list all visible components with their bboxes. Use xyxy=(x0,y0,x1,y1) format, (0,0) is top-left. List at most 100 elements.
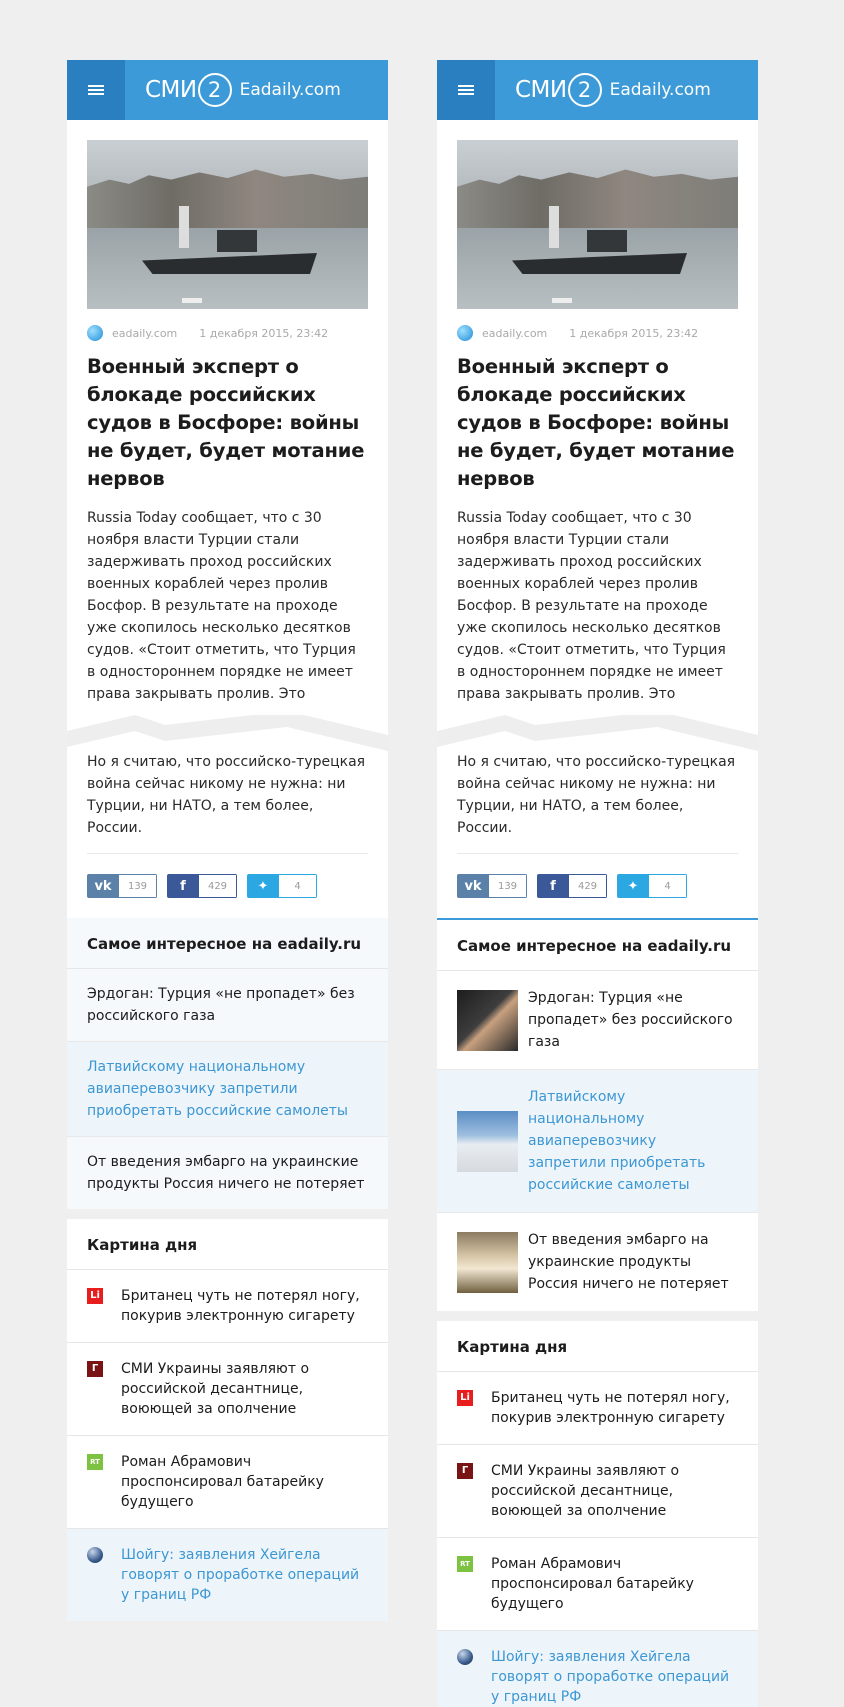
logo-two: 2 xyxy=(567,73,602,107)
article-image[interactable] xyxy=(87,140,368,309)
article-more: Но я считаю, что российско-турецкая войн… xyxy=(87,754,366,836)
list-item[interactable]: Латвийскому национальному авиаперевозчик… xyxy=(67,1042,388,1137)
gazeta-icon: Г xyxy=(457,1463,473,1479)
article-source[interactable]: eadaily.com xyxy=(482,327,547,340)
interesting-block: Самое интересное на eadaily.ru Эрдоган: … xyxy=(67,918,388,1209)
article-card: eadaily.com 1 декабря 2015, 23:42 Военны… xyxy=(437,120,758,918)
twitter-icon: ✦ xyxy=(617,874,649,898)
kartina-dnya-block: Картина дня Li Британец чуть не потерял … xyxy=(67,1219,388,1621)
news-item[interactable]: Шойгу: заявления Хейгела говорят о прора… xyxy=(67,1529,388,1621)
globe-icon xyxy=(457,1649,473,1665)
news-item[interactable]: Г СМИ Украины заявляют о российской деса… xyxy=(437,1445,758,1538)
kyiv-bread-thumbnail xyxy=(457,1231,518,1293)
app-header: СМИ 2 Eadaily.com xyxy=(437,60,758,120)
article-source[interactable]: eadaily.com xyxy=(112,327,177,340)
vk-count: 139 xyxy=(119,874,157,898)
news-text: Шойгу: заявления Хейгела говорят о прора… xyxy=(491,1649,730,1705)
share-bar: vk 139 f 429 ✦ 4 xyxy=(67,854,388,918)
article-lead: Russia Today сообщает, что с 30 ноября в… xyxy=(457,510,726,702)
tw-count: 4 xyxy=(649,874,687,898)
news-text: СМИ Украины заявляют о российской десант… xyxy=(121,1361,310,1417)
share-bar: vk 139 f 429 ✦ 4 xyxy=(437,854,758,918)
logo-smi: СМИ xyxy=(145,77,197,103)
logo-smi: СМИ xyxy=(515,77,567,103)
interesting-title: Самое интересное на eadaily.ru xyxy=(437,920,758,971)
zigzag-divider xyxy=(437,715,758,751)
lifenews-icon: Li xyxy=(457,1390,473,1406)
vk-icon: vk xyxy=(87,874,119,898)
article-date: 1 декабря 2015, 23:42 xyxy=(199,326,329,340)
menu-button[interactable] xyxy=(67,60,125,120)
news-item[interactable]: Li Британец чуть не потерял ногу, покури… xyxy=(437,1372,758,1445)
app-header: СМИ 2 Eadaily.com xyxy=(67,60,388,120)
kartina-title: Картина дня xyxy=(437,1321,758,1372)
logo-two: 2 xyxy=(197,73,232,107)
article-meta: eadaily.com 1 декабря 2015, 23:42 xyxy=(87,325,368,341)
rt-icon: RT xyxy=(87,1454,103,1470)
vk-icon: vk xyxy=(457,874,489,898)
list-item[interactable]: Эрдоган: Турция «не пропадет» без россий… xyxy=(437,971,758,1070)
list-item[interactable]: Эрдоган: Турция «не пропадет» без россий… xyxy=(67,969,388,1042)
kartina-dnya-block: Картина дня Li Британец чуть не потерял … xyxy=(437,1321,758,1707)
article-card: eadaily.com 1 декабря 2015, 23:42 Военны… xyxy=(67,120,388,918)
list-item[interactable]: Латвийскому национальному авиаперевозчик… xyxy=(437,1070,758,1213)
hamburger-icon xyxy=(458,85,474,87)
menu-button[interactable] xyxy=(437,60,495,120)
twitter-icon: ✦ xyxy=(247,874,279,898)
news-item[interactable]: Li Британец чуть не потерял ногу, покури… xyxy=(67,1270,388,1343)
source-globe-icon xyxy=(457,325,473,341)
fb-count: 429 xyxy=(569,874,607,898)
news-text: Роман Абрамович проспонсировал батарейку… xyxy=(491,1556,694,1612)
hamburger-icon xyxy=(88,85,104,87)
news-item[interactable]: RT Роман Абрамович проспонсировал батаре… xyxy=(67,1436,388,1529)
list-item[interactable]: От введения эмбарго на украинские продук… xyxy=(437,1213,758,1311)
facebook-share-button[interactable]: f 429 xyxy=(537,874,607,898)
kartina-title: Картина дня xyxy=(67,1219,388,1270)
facebook-icon: f xyxy=(537,874,569,898)
twitter-share-button[interactable]: ✦ 4 xyxy=(247,874,317,898)
article-more: Но я считаю, что российско-турецкая войн… xyxy=(457,754,736,836)
list-item-text: Эрдоган: Турция «не пропадет» без россий… xyxy=(528,990,733,1050)
news-text: Роман Абрамович проспонсировал батарейку… xyxy=(121,1454,324,1510)
zigzag-divider xyxy=(67,715,388,751)
article-image[interactable] xyxy=(457,140,738,309)
facebook-share-button[interactable]: f 429 xyxy=(167,874,237,898)
list-item-text: Латвийскому национальному авиаперевозчик… xyxy=(528,1089,706,1193)
site-name: Eadaily.com xyxy=(609,80,711,100)
source-globe-icon xyxy=(87,325,103,341)
list-item-text: От введения эмбарго на украинские продук… xyxy=(528,1232,729,1292)
news-text: СМИ Украины заявляют о российской десант… xyxy=(491,1463,680,1519)
facebook-icon: f xyxy=(167,874,199,898)
twitter-share-button[interactable]: ✦ 4 xyxy=(617,874,687,898)
article-title[interactable]: Военный эксперт о блокаде российских суд… xyxy=(87,353,368,493)
news-text: Шойгу: заявления Хейгела говорят о прора… xyxy=(121,1547,360,1603)
article-lead: Russia Today сообщает, что с 30 ноября в… xyxy=(87,510,356,702)
vk-count: 139 xyxy=(489,874,527,898)
airplane-thumbnail xyxy=(457,1110,518,1172)
article-meta: eadaily.com 1 декабря 2015, 23:42 xyxy=(457,325,738,341)
interesting-block: Самое интересное на eadaily.ru Эрдоган: … xyxy=(437,918,758,1311)
news-text: Британец чуть не потерял ногу, покурив э… xyxy=(121,1288,360,1324)
vk-share-button[interactable]: vk 139 xyxy=(457,874,527,898)
globe-icon xyxy=(87,1547,103,1563)
lifenews-icon: Li xyxy=(87,1288,103,1304)
tw-count: 4 xyxy=(279,874,317,898)
logo[interactable]: СМИ 2 Eadaily.com xyxy=(515,73,711,107)
list-item[interactable]: От введения эмбарго на украинские продук… xyxy=(67,1137,388,1209)
gazeta-icon: Г xyxy=(87,1361,103,1377)
mobile-view-2: СМИ 2 Eadaily.com eadaily.com 1 декабря … xyxy=(437,60,758,1707)
article-title[interactable]: Военный эксперт о блокаде российских суд… xyxy=(457,353,738,493)
logo[interactable]: СМИ 2 Eadaily.com xyxy=(145,73,341,107)
news-item[interactable]: RT Роман Абрамович проспонсировал батаре… xyxy=(437,1538,758,1631)
vk-share-button[interactable]: vk 139 xyxy=(87,874,157,898)
news-text: Британец чуть не потерял ногу, покурив э… xyxy=(491,1390,730,1426)
news-item[interactable]: Шойгу: заявления Хейгела говорят о прора… xyxy=(437,1631,758,1707)
site-name: Eadaily.com xyxy=(239,80,341,100)
interesting-title: Самое интересное на eadaily.ru xyxy=(67,918,388,969)
news-item[interactable]: Г СМИ Украины заявляют о российской деса… xyxy=(67,1343,388,1436)
erdogan-thumbnail xyxy=(457,989,518,1051)
fb-count: 429 xyxy=(199,874,237,898)
rt-icon: RT xyxy=(457,1556,473,1572)
article-date: 1 декабря 2015, 23:42 xyxy=(569,326,699,340)
mobile-view-1: СМИ 2 Eadaily.com eadaily.com 1 декабря … xyxy=(67,60,388,1621)
